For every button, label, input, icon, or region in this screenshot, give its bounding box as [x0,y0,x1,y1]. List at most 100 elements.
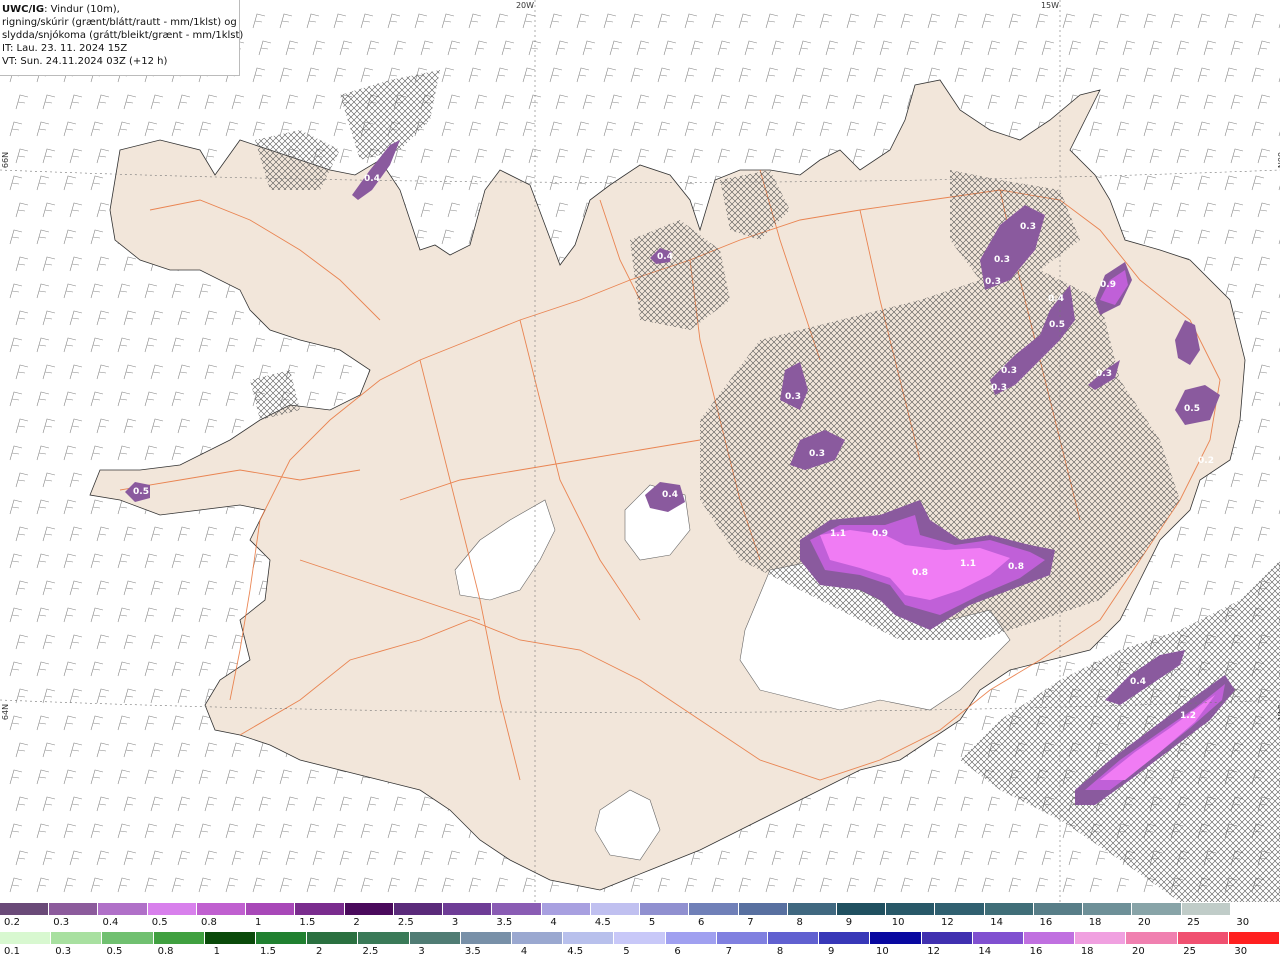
scale-label: 5 [623,946,630,957]
precip-value-label: 0.3 [994,255,1010,265]
scale-label: 16 [1039,917,1053,928]
scale-swatch [147,903,197,915]
snow-color-scale [0,903,1280,915]
scale-label: 10 [876,946,889,957]
scale-swatch [819,932,871,944]
scale-label: 0.5 [106,946,123,957]
scale-label: 6 [698,917,705,928]
scale-label: 4 [520,946,528,957]
precip-value-label: 0.3 [985,277,1001,287]
scale-swatch [787,903,837,915]
scale-swatch [51,932,103,944]
precip-value-label: 0.3 [809,449,825,459]
scale-label: 5 [648,917,656,928]
graticule-label: 15W [1041,1,1059,10]
scale-label: 1.5 [260,946,276,957]
scale-swatch [1181,903,1231,915]
scale-swatch [460,932,513,944]
scale-label: 1.5 [299,917,316,928]
rain-scale-labels: 0.1 0.3 0.5 0.8 1 1.5 2 2.5 3 3.5 4 4.5 5 6 7 8 9 10 12 14 1… [0,946,1280,959]
scale-swatch [738,903,788,915]
scale-label: 3 [451,917,459,928]
scale-label: 25 [1187,917,1200,928]
scale-swatch [541,903,591,915]
scale-label: 2 [353,917,360,928]
scale-label: 8 [776,946,784,957]
scale-label: 20 [1132,946,1145,957]
precip-value-label: 0.2 [1198,456,1214,466]
scale-swatch [1177,932,1229,944]
scale-swatch [870,932,922,944]
scale-swatch [1075,932,1127,944]
model-name: UWC/IG [2,4,45,15]
graticule-label: 64N [1276,704,1280,720]
scale-swatch [1033,903,1084,915]
scale-swatch [307,932,359,944]
legend-line3: slydda/snjókoma (grátt/bleikt/grænt - mm… [2,30,244,41]
precip-value-label: 1.1 [830,529,846,539]
scale-swatch [614,932,666,944]
precip-value-label: 0.3 [1096,369,1112,379]
scale-swatch [1230,903,1280,915]
scale-label: 14 [990,917,1003,928]
graticule-label: 66N [1,152,10,168]
scale-swatch [0,903,50,915]
rain-color-scale [0,932,1280,944]
scale-label: 18 [1080,946,1094,957]
scale-label: 2 [316,946,323,957]
precip-value-label: 0.4 [1130,677,1146,687]
scale-label: 1 [213,946,220,957]
scale-label: 10 [891,917,905,928]
legend-line1: : Vindur (10m), [44,4,120,15]
graticule-label: 64N [1,704,10,720]
scale-label: 4.5 [567,946,584,957]
scale-label: 4 [550,917,557,928]
scale-swatch [246,903,296,915]
scale-label: 1 [254,917,262,928]
scale-swatch [196,903,247,915]
precip-value-label: 0.3 [785,392,801,402]
snow-scale-labels: 0.2 0.3 0.4 0.5 0.8 1 1.5 2 2.5 3 3.5 4 4.5 5 6 7 8 9 10 12… [0,917,1280,930]
scale-label: 12 [941,917,954,928]
scale-label: 2.5 [397,917,414,928]
scale-swatch [836,903,887,915]
scale-swatch [1126,932,1178,944]
precip-value-label: 0.5 [1049,320,1065,330]
precip-value-label: 0.9 [1100,280,1116,290]
precip-value-label: 0.8 [1008,562,1024,572]
precip-value-label: 0.8 [912,568,928,578]
scale-swatch [665,932,717,944]
scale-label: 9 [828,946,835,957]
precip-value-label: 0.4 [662,490,678,500]
precip-value-label: 1.1 [960,559,976,569]
precip-value-label: 0.3 [991,383,1007,393]
scale-label: 12 [927,946,940,957]
scale-label: 7 [747,917,754,928]
scale-swatch [295,903,345,915]
scale-swatch [563,932,615,944]
scale-swatch [409,932,461,944]
precip-value-label: 0.5 [1184,404,1200,414]
valid-time: VT: Sun. 24.11.2024 03Z (+12 h) [2,56,168,67]
scale-swatch [1228,932,1280,944]
init-time: IT: Lau. 23. 11. 2024 15Z [2,43,128,54]
scale-label: 3.5 [464,946,481,957]
scale-label: 9 [845,917,853,928]
graticule-label: 66N [1276,152,1280,168]
scale-swatch [886,903,936,915]
scale-label: 25 [1183,946,1196,957]
scale-label: 0.8 [200,917,217,928]
scale-swatch [935,903,985,915]
scale-swatch [153,932,205,944]
scale-swatch [1083,903,1133,915]
scale-swatch [640,903,690,915]
scale-swatch [0,932,52,944]
graticule-label: 20W [516,1,534,10]
scale-label: 0.2 [4,917,20,928]
scale-label: 16 [1029,946,1043,957]
scale-swatch [1024,932,1076,944]
precip-value-label: 1.2 [1180,711,1196,721]
precip-value-label: 0.4 [364,174,380,184]
scale-label: 6 [674,946,681,957]
precip-value-label: 0.9 [872,529,888,539]
